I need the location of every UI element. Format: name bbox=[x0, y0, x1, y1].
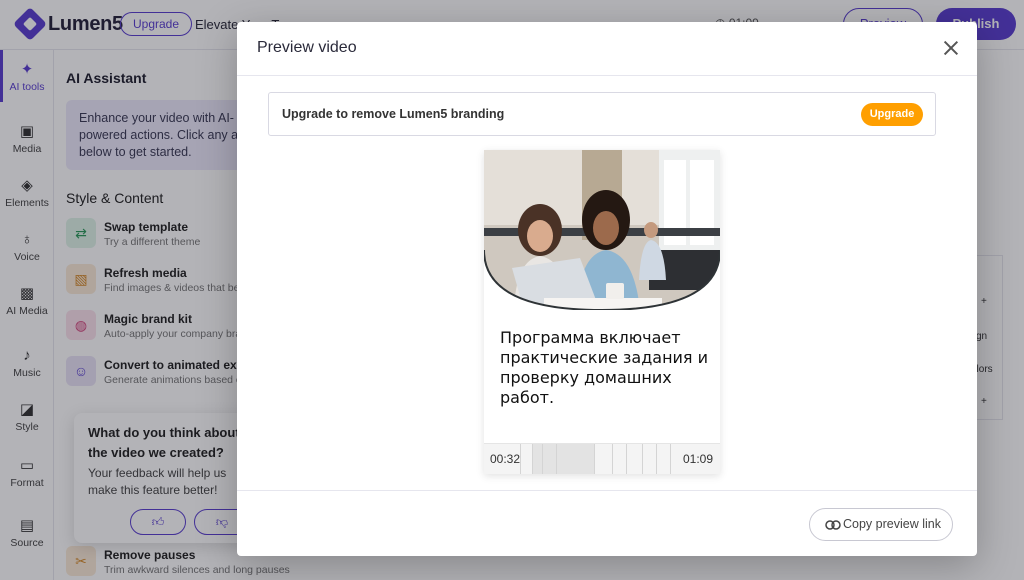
timeline-tick bbox=[670, 444, 671, 474]
upgrade-button[interactable]: Upgrade bbox=[861, 103, 923, 126]
video-preview[interactable]: Программа включает практические задания … bbox=[484, 150, 720, 474]
timeline-tick bbox=[532, 444, 533, 474]
upgrade-banner: Upgrade to remove Lumen5 branding Upgrad… bbox=[268, 92, 936, 136]
copy-preview-link-button[interactable]: Copy preview link bbox=[809, 508, 953, 541]
link-icon bbox=[825, 520, 841, 530]
modal-footer: Copy preview link bbox=[237, 490, 977, 556]
office-photo-image bbox=[484, 150, 720, 310]
timeline-tick bbox=[642, 444, 643, 474]
video-timeline[interactable]: 00:32 01:09 bbox=[484, 443, 720, 474]
video-photo bbox=[484, 150, 720, 310]
upgrade-banner-text: Upgrade to remove Lumen5 branding bbox=[282, 107, 505, 121]
timeline-tick bbox=[542, 444, 543, 474]
video-caption: Программа включает практические задания … bbox=[500, 328, 709, 407]
close-icon[interactable] bbox=[942, 39, 960, 57]
current-time: 00:32 bbox=[490, 452, 521, 466]
timeline-tick bbox=[612, 444, 613, 474]
modal-header: Preview video bbox=[237, 22, 977, 76]
timeline-tick bbox=[594, 444, 595, 474]
timeline-tick bbox=[626, 444, 627, 474]
timeline-tick bbox=[656, 444, 657, 474]
timeline-tick bbox=[520, 444, 521, 474]
preview-video-modal: Preview video Upgrade to remove Lumen5 b… bbox=[237, 22, 977, 556]
modal-title: Preview video bbox=[257, 39, 357, 56]
total-time: 01:09 bbox=[683, 452, 714, 466]
timeline-tick bbox=[556, 444, 557, 474]
copy-link-label: Copy preview link bbox=[843, 517, 941, 531]
